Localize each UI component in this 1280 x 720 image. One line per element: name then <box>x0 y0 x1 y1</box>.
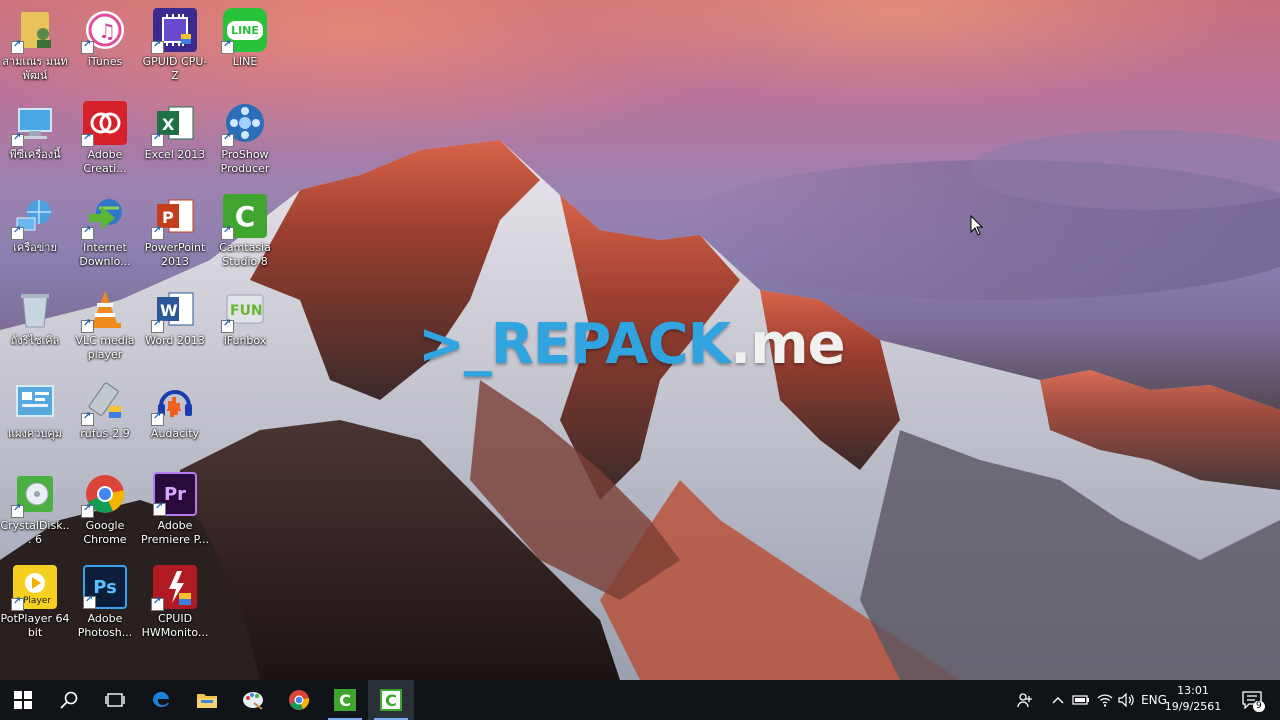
desktop-icon-word[interactable]: W Word 2013 <box>140 287 210 348</box>
edge-icon <box>152 691 169 708</box>
desktop-icon-adobe-cc[interactable]: Adobe Creati... <box>70 101 140 176</box>
taskbar-edge[interactable] <box>138 680 184 720</box>
desktop-icon-potplayer[interactable]: Player PotPlayer 64 bit <box>0 565 70 640</box>
idm-icon <box>81 194 127 240</box>
taskbar: C C ENG 13:01 19/9/2561 9 <box>0 680 1280 720</box>
battery-button[interactable] <box>1070 680 1092 720</box>
taskbar-paint[interactable] <box>230 680 276 720</box>
computer-icon <box>11 101 57 147</box>
wifi-icon <box>1097 694 1113 707</box>
desktop-icon-recycle-bin[interactable]: ถังรีไซเคิล <box>0 287 70 348</box>
taskbar-file-explorer[interactable] <box>184 680 230 720</box>
taskbar-chrome[interactable] <box>276 680 322 720</box>
desktop-icon-idm[interactable]: Internet Downlo... <box>70 194 140 269</box>
network-icon <box>11 194 57 240</box>
search-icon <box>60 691 78 709</box>
svg-text:FUN: FUN <box>230 303 263 319</box>
recycle-bin-icon <box>13 287 57 331</box>
camtasia-icon: C <box>334 689 356 711</box>
repack-watermark: >_REPACK.me <box>418 312 846 377</box>
user-folder-icon <box>11 8 57 54</box>
adobe-cc-icon <box>81 101 127 147</box>
start-button[interactable] <box>0 680 46 720</box>
premiere-icon: Pr <box>153 472 197 516</box>
desktop-icon-premiere[interactable]: Pr Adobe Premiere P... <box>140 472 210 547</box>
desktop-icon-audacity[interactable]: Audacity <box>140 380 210 441</box>
desktop-icon-hwmonitor[interactable]: CPUID HWMonito... <box>140 565 210 640</box>
svg-text:P: P <box>162 208 174 227</box>
search-button[interactable] <box>46 680 92 720</box>
task-view-icon <box>105 693 125 707</box>
excel-icon: X <box>151 101 197 147</box>
svg-text:W: W <box>160 301 178 320</box>
rufus-icon <box>81 380 127 426</box>
desktop-icon-line[interactable]: LINE LINE <box>210 8 280 69</box>
desktop-icon-crystaldisk[interactable]: CrystalDisk... 6 <box>0 472 70 547</box>
svg-text:♫: ♫ <box>98 19 116 43</box>
desktop-icon-itunes[interactable]: ♫ iTunes <box>70 8 140 69</box>
desktop-icon-network[interactable]: เครือข่าย <box>0 194 70 255</box>
desktop-icon-cpuz[interactable]: GPUID CPU-Z <box>140 8 210 83</box>
people-icon <box>1017 693 1032 708</box>
volume-button[interactable] <box>1116 680 1138 720</box>
audacity-icon <box>151 380 197 426</box>
desktop-icon-chrome[interactable]: Google Chrome <box>70 472 140 547</box>
ifunbox-icon: FUN <box>221 287 267 333</box>
potplayer-icon: Player <box>11 565 57 611</box>
wifi-button[interactable] <box>1094 680 1116 720</box>
chevron-up-icon <box>1052 697 1064 704</box>
task-view-button[interactable] <box>92 680 138 720</box>
line-icon: LINE <box>221 8 267 54</box>
hwmonitor-icon <box>151 565 197 611</box>
powerpoint-icon: P <box>151 194 197 240</box>
desktop-icon-camtasia[interactable]: C Camtasia Studio 8 <box>210 194 280 269</box>
clock-time: 13:01 <box>1177 684 1209 697</box>
svg-text:Player: Player <box>23 596 51 606</box>
mouse-cursor-icon <box>970 215 984 236</box>
svg-text:X: X <box>162 115 175 134</box>
desktop-icon-vlc[interactable]: VLC media player <box>70 287 140 362</box>
desktop-icon-powerpoint[interactable]: P PowerPoint 2013 <box>140 194 210 269</box>
taskbar-camtasia-recorder[interactable]: C <box>368 680 414 720</box>
desktop-icon-photoshop[interactable]: Ps Adobe Photosh... <box>70 565 140 640</box>
file-explorer-icon <box>197 694 217 708</box>
chrome-icon <box>289 690 310 710</box>
vlc-icon <box>81 287 127 333</box>
taskbar-camtasia[interactable]: C <box>322 680 368 720</box>
desktop-icon-ifunbox[interactable]: FUN iFunbox <box>210 287 280 348</box>
control-panel-icon <box>13 380 57 424</box>
proshow-icon <box>221 101 267 147</box>
taskbar-clock[interactable]: 13:01 19/9/2561 <box>1162 683 1224 715</box>
photoshop-icon: Ps <box>83 565 127 609</box>
paint-icon <box>243 692 263 710</box>
action-center-button[interactable]: 9 <box>1236 680 1268 720</box>
camtasia-icon: C <box>221 194 267 240</box>
chrome-icon <box>81 472 127 518</box>
show-hidden-icons-button[interactable] <box>1048 680 1068 720</box>
itunes-icon: ♫ <box>81 8 127 54</box>
desktop-icon-this-pc[interactable]: พีซีเครื่องนี้ <box>0 101 70 162</box>
battery-icon <box>1072 695 1089 705</box>
desktop-icon-control-panel[interactable]: แผงควบคุม <box>0 380 70 441</box>
notification-badge: 9 <box>1253 701 1265 712</box>
desktop-icon-rufus[interactable]: rufus-2.9 <box>70 380 140 441</box>
desktop-icon-user-folder[interactable]: สามเณร มนท พัฒน์ <box>0 8 70 83</box>
cpuz-icon <box>151 8 197 54</box>
desktop-icon-excel[interactable]: X Excel 2013 <box>140 101 210 162</box>
start-icon <box>14 691 32 709</box>
crystaldisk-icon <box>11 472 57 518</box>
people-button[interactable] <box>1012 680 1038 720</box>
clock-date: 19/9/2561 <box>1164 700 1222 713</box>
camtasia-recorder-icon: C <box>380 689 402 711</box>
desktop-icon-proshow[interactable]: ProShow Producer <box>210 101 280 176</box>
speaker-icon <box>1118 693 1134 707</box>
word-icon: W <box>151 287 197 333</box>
